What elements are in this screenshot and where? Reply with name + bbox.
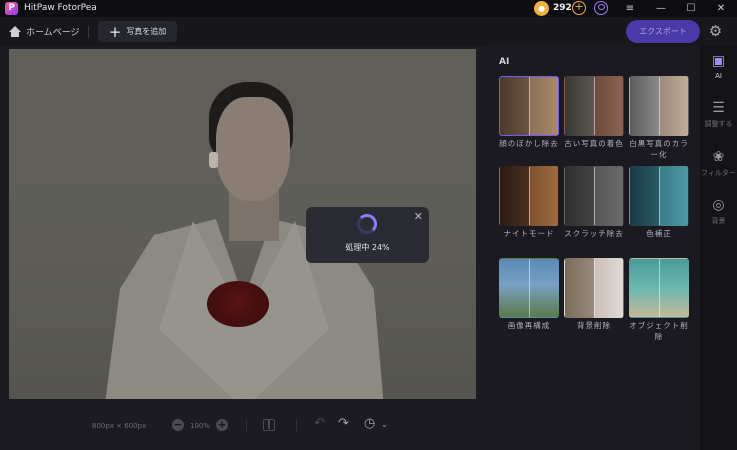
processing-modal: ✕ 処理中 24% — [306, 207, 429, 263]
rail-item-background[interactable]: ◎ 背景 — [700, 198, 737, 226]
rail-label: 調整する — [704, 120, 733, 128]
zoom-in-button[interactable]: + — [216, 419, 228, 431]
card-scratch-removal[interactable]: スクラッチ除去 — [564, 166, 624, 239]
rail-item-filter[interactable]: ❀ フィルター — [700, 150, 737, 178]
toolbar-divider — [88, 26, 89, 38]
card-thumbnail — [499, 76, 559, 136]
rail-item-ai[interactable]: ▣ AI — [700, 53, 737, 81]
gear-icon[interactable]: ⚙ — [708, 24, 723, 39]
panel-title: AI — [499, 57, 510, 67]
chevron-down-icon[interactable]: ⌄ — [381, 420, 388, 429]
home-label: ホームページ — [26, 28, 80, 38]
app-logo-icon: P — [5, 2, 18, 15]
rose-shape — [207, 281, 269, 327]
card-object-removal[interactable]: オブジェクト削除 — [629, 258, 689, 342]
coin-icon[interactable]: ● — [534, 1, 549, 16]
rail-label: フィルター — [701, 169, 736, 177]
card-label: 背景削除 — [577, 321, 611, 330]
card-old-photo-colorize[interactable]: 古い写真の着色 — [564, 76, 624, 149]
card-thumbnail — [499, 166, 559, 226]
rail-label: 背景 — [711, 217, 726, 225]
right-rail: ▣ AI ☰ 調整する ❀ フィルター ◎ 背景 — [700, 46, 737, 450]
export-button[interactable]: エクスポート — [626, 20, 700, 43]
earring-shape — [209, 152, 218, 168]
card-label: スクラッチ除去 — [564, 229, 624, 238]
toolbar: ホームページ + 写真を追加 エクスポート ⚙ — [0, 17, 737, 46]
card-label: ナイトモード — [503, 229, 555, 238]
menu-button[interactable]: ≡ — [620, 0, 640, 17]
compare-icon[interactable] — [263, 419, 275, 431]
card-thumbnail — [629, 76, 689, 136]
home-icon — [9, 25, 21, 38]
bottom-divider — [246, 419, 247, 432]
spinner-icon — [357, 214, 377, 234]
card-label: オブジェクト削除 — [629, 321, 689, 341]
card-thumbnail — [499, 258, 559, 318]
user-account-icon[interactable] — [594, 1, 608, 15]
zoom-level: 100% — [190, 422, 211, 430]
bottom-divider — [296, 419, 297, 432]
background-icon: ◎ — [712, 197, 725, 213]
card-thumbnail — [629, 166, 689, 226]
card-label: 色補正 — [646, 229, 672, 238]
card-color-correction[interactable]: 色補正 — [629, 166, 689, 239]
home-button[interactable]: ホームページ — [9, 21, 80, 42]
history-icon[interactable]: ◷ — [364, 417, 375, 431]
canvas-area: ✕ 処理中 24% 800px × 600px − 100% + ↶ ↷ ◷ ⌄ — [0, 46, 487, 450]
close-window-button[interactable]: ✕ — [711, 0, 731, 17]
rail-item-adjust[interactable]: ☰ 調整する — [700, 101, 737, 129]
card-label: 白黒写真のカラー化 — [629, 139, 689, 159]
card-label: 顔のぼかし除去 — [499, 139, 559, 148]
maximize-button[interactable]: ☐ — [681, 0, 701, 17]
coin-count: 292 — [553, 3, 572, 13]
app-title: HitPaw FotorPea — [24, 3, 97, 13]
redo-icon[interactable]: ↷ — [338, 417, 349, 431]
card-label: 古い写真の着色 — [564, 139, 624, 148]
close-icon[interactable]: ✕ — [414, 210, 423, 223]
card-label: 画像再構成 — [507, 321, 551, 330]
zoom-out-button[interactable]: − — [172, 419, 184, 431]
card-background-removal[interactable]: 背景削除 — [564, 258, 624, 331]
card-thumbnail — [564, 258, 624, 318]
image-dimensions: 800px × 600px — [92, 422, 147, 430]
card-bw-colorize[interactable]: 白黒写真のカラー化 — [629, 76, 689, 160]
add-photo-button[interactable]: + 写真を追加 — [98, 21, 177, 42]
filter-icon: ❀ — [712, 149, 725, 165]
card-thumbnail — [564, 76, 624, 136]
processing-status: 処理中 24% — [345, 243, 390, 252]
add-photo-label: 写真を追加 — [126, 27, 167, 36]
ai-image-icon: ▣ — [711, 53, 726, 69]
card-face-deblur[interactable]: 顔のぼかし除去 — [499, 76, 559, 149]
card-thumbnail — [629, 258, 689, 318]
minimize-button[interactable]: — — [651, 0, 671, 17]
plus-icon: + — [108, 22, 122, 41]
ai-tools-panel: AI 顔のぼかし除去 古い写真の着色 白黒写真のカラー化 ナイトモード スクラッ… — [487, 46, 700, 450]
card-image-reconstruction[interactable]: 画像再構成 — [499, 258, 559, 331]
add-coins-button[interactable]: + — [572, 1, 586, 15]
card-thumbnail — [564, 166, 624, 226]
face-shape — [216, 97, 290, 201]
card-night-mode[interactable]: ナイトモード — [499, 166, 559, 239]
rail-label: AI — [715, 72, 722, 80]
sliders-icon: ☰ — [712, 100, 725, 116]
undo-icon[interactable]: ↶ — [314, 417, 325, 431]
title-bar: P HitPaw FotorPea ● 292 + ≡ — ☐ ✕ — [0, 0, 737, 17]
